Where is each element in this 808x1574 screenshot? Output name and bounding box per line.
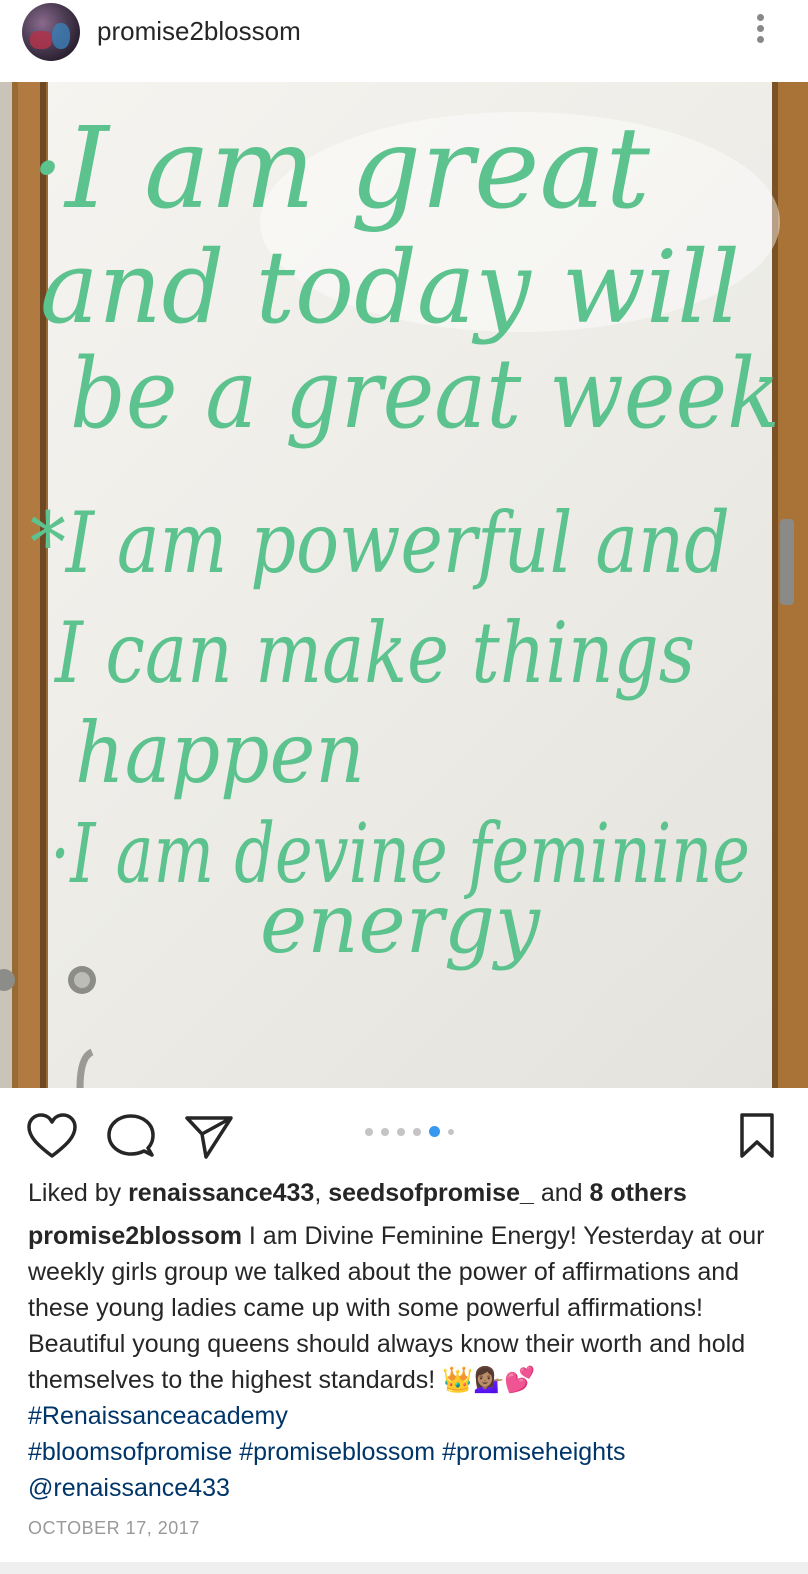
avatar[interactable] xyxy=(22,3,80,61)
more-vertical-icon[interactable] xyxy=(750,14,770,50)
carousel-dot xyxy=(397,1127,405,1136)
likes-line: Liked by renaissance433, seedsofpromise_… xyxy=(28,1179,687,1208)
hashtag-renaissanceacademy[interactable]: #Renaissanceacademy xyxy=(28,1402,288,1430)
comment-icon[interactable] xyxy=(106,1112,156,1160)
carousel-dot xyxy=(381,1127,389,1136)
board-line-1: ·I am great xyxy=(30,104,651,234)
carousel-indicator xyxy=(365,1126,454,1137)
post-username[interactable]: promise2blossom xyxy=(97,16,301,47)
likes-others-link[interactable]: 8 others xyxy=(589,1179,686,1207)
carousel-dot xyxy=(365,1127,373,1136)
board-line-3: be a great week xyxy=(70,338,780,450)
board-line-6: happen xyxy=(75,704,365,802)
carousel-dot-active xyxy=(429,1126,440,1137)
board-line-8: energy xyxy=(260,877,542,972)
likes-and: and xyxy=(533,1179,590,1207)
divider xyxy=(0,1562,808,1574)
board-line-5: I can make things xyxy=(53,604,695,702)
hashtag-bloomsofpromise[interactable]: #bloomsofpromise xyxy=(28,1438,232,1466)
carousel-dot xyxy=(413,1127,421,1136)
liker-seedsofpromise[interactable]: seedsofpromise_ xyxy=(328,1179,534,1207)
bookmark-icon[interactable] xyxy=(738,1112,776,1160)
board-line-2: and today will xyxy=(40,229,740,346)
caption-username[interactable]: promise2blossom xyxy=(28,1222,242,1250)
hashtag-promiseblossom[interactable]: #promiseblossom xyxy=(239,1438,435,1466)
carousel-dot xyxy=(448,1128,454,1135)
post-image[interactable]: ·I am great and today will be a great we… xyxy=(0,82,808,1088)
hashtag-promiseheights[interactable]: #promiseheights xyxy=(442,1438,625,1466)
post-header: promise2blossom xyxy=(0,0,808,82)
liker-renaissance433[interactable]: renaissance433 xyxy=(128,1179,314,1207)
likes-sep: , xyxy=(314,1179,329,1207)
post-date: OCTOBER 17, 2017 xyxy=(28,1518,200,1538)
caption: promise2blossom I am Divine Feminine Ene… xyxy=(28,1218,788,1506)
whiteboard-illustration: ·I am great and today will be a great we… xyxy=(0,82,808,1088)
send-icon[interactable] xyxy=(184,1112,234,1160)
mention-renaissance433[interactable]: @renaissance433 xyxy=(28,1474,230,1502)
heart-icon[interactable] xyxy=(26,1112,78,1160)
likes-prefix: Liked by xyxy=(28,1179,129,1207)
board-line-4: *I am powerful and xyxy=(30,494,730,592)
